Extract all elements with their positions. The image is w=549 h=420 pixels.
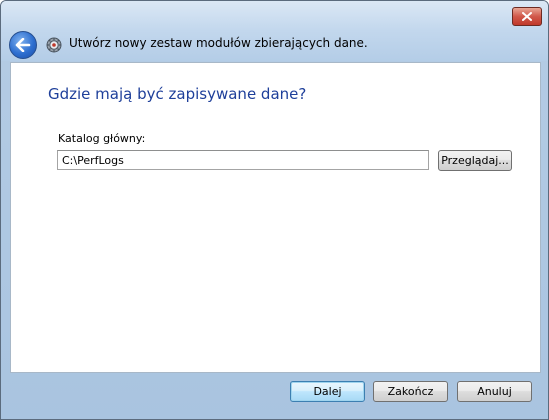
wizard-footer: Dalej Zakończ Anuluj <box>1 372 548 419</box>
content-panel: Gdzie mają być zapisywane dane? Katalog … <box>10 62 541 373</box>
page-heading: Gdzie mają być zapisywane dane? <box>48 85 307 103</box>
root-directory-label: Katalog główny: <box>58 132 146 145</box>
back-button[interactable] <box>9 31 37 59</box>
data-collector-gear-icon <box>46 37 62 53</box>
cancel-button[interactable]: Anuluj <box>457 381 532 402</box>
close-icon <box>522 12 532 21</box>
back-arrow-icon <box>15 38 31 52</box>
title-bar: Utwórz nowy zestaw modułów zbierających … <box>1 1 548 61</box>
finish-button[interactable]: Zakończ <box>373 381 448 402</box>
wizard-window: Utwórz nowy zestaw modułów zbierających … <box>0 0 549 420</box>
window-title: Utwórz nowy zestaw modułów zbierających … <box>69 36 368 50</box>
close-button[interactable] <box>512 7 542 26</box>
browse-button[interactable]: Przeglądaj... <box>438 150 512 171</box>
root-directory-input[interactable] <box>57 150 429 170</box>
next-button[interactable]: Dalej <box>290 381 365 402</box>
